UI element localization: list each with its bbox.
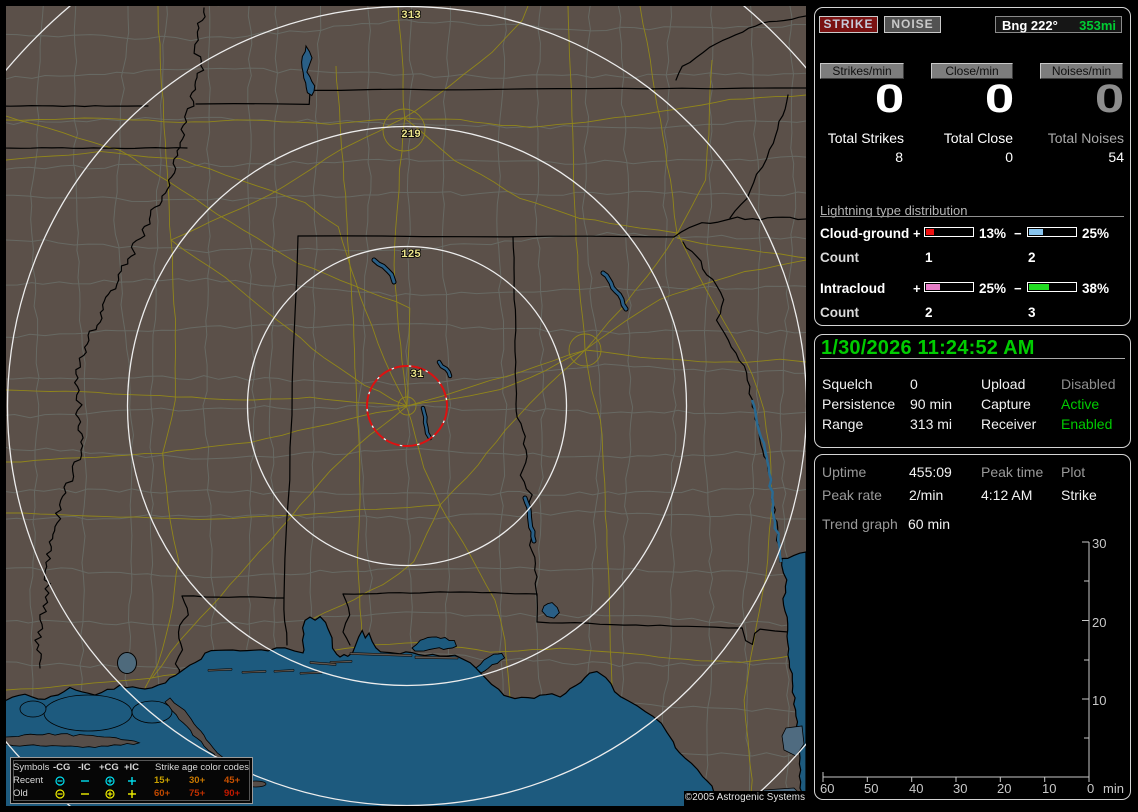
svg-text:313: 313	[401, 10, 421, 22]
svg-text:125: 125	[401, 249, 421, 261]
svg-text:31: 31	[410, 369, 424, 381]
svg-text:219: 219	[401, 129, 421, 141]
